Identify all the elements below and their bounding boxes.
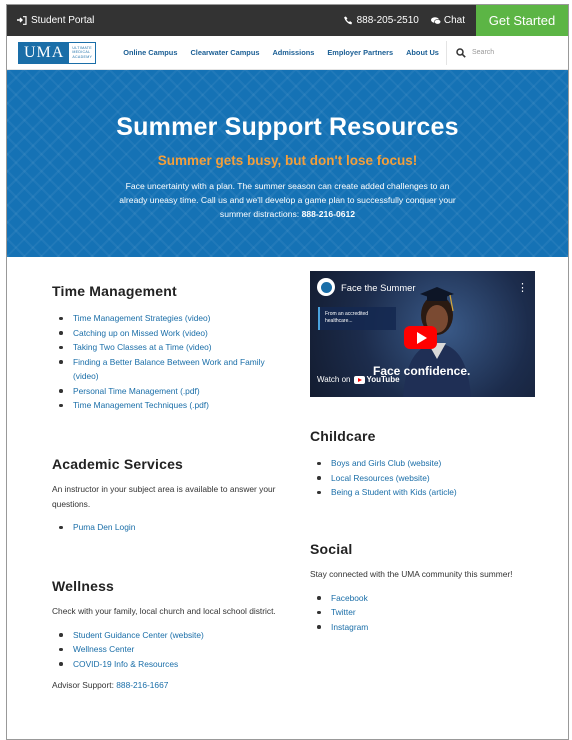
chat-link[interactable]: Chat — [430, 15, 465, 26]
hero-banner: Summer Support Resources Summer gets bus… — [7, 70, 568, 257]
phone-number: 888-205-2510 — [356, 15, 419, 26]
chat-label: Chat — [443, 15, 465, 26]
video-player[interactable]: Face the Summer ⋮ From an accredited hea… — [310, 271, 535, 397]
student-portal-link[interactable]: Student Portal — [7, 15, 94, 26]
academic-services-section: Academic Services An instructor in your … — [52, 456, 277, 535]
wellness-list: Student Guidance Center (website) Wellne… — [52, 628, 277, 672]
hero-body: Face uncertainty with a plan. The summer… — [118, 179, 458, 221]
time-management-list: Time Management Strategies (video) Catch… — [52, 311, 277, 413]
nav-clearwater-campus[interactable]: Clearwater Campus — [190, 48, 259, 57]
section-description: An instructor in your subject area is av… — [52, 484, 276, 509]
wellness-section: Wellness Check with your family, local c… — [52, 578, 277, 690]
play-icon — [416, 331, 427, 344]
phone-icon — [343, 16, 352, 25]
page-title: Summer Support Resources — [116, 113, 459, 141]
nav-admissions[interactable]: Admissions — [272, 48, 314, 57]
hero-body-text: Face uncertainty with a plan. The summer… — [119, 181, 456, 219]
list-item[interactable]: Finding a Better Balance Between Work an… — [52, 355, 277, 384]
more-icon[interactable]: ⋮ — [517, 281, 528, 294]
section-heading: Wellness — [52, 578, 115, 594]
list-item[interactable]: Puma Den Login — [52, 520, 277, 535]
list-item[interactable]: Being a Student with Kids (article) — [310, 485, 536, 500]
login-icon — [17, 16, 27, 25]
time-management-section: Time Management Time Management Strategi… — [52, 283, 277, 413]
main-content: Time Management Time Management Strategi… — [7, 257, 568, 737]
hero-subtitle: Summer gets busy, but don't lose focus! — [157, 153, 418, 168]
advisor-phone-link[interactable]: 888-216-1667 — [116, 680, 168, 690]
social-section: Social Stay connected with the UMA commu… — [310, 541, 536, 634]
top-bar: Student Portal 888-205-2510 Chat Get Sta… — [7, 5, 568, 36]
video-title[interactable]: Face the Summer — [341, 282, 416, 293]
list-item[interactable]: Personal Time Management (.pdf) — [52, 384, 277, 399]
search-icon — [456, 47, 466, 58]
list-item[interactable]: Instagram — [310, 620, 536, 635]
section-description: Stay connected with the UMA community th… — [310, 569, 513, 579]
list-item[interactable]: COVID-19 Info & Resources — [52, 657, 277, 672]
social-list: Facebook Twitter Instagram — [310, 591, 536, 635]
list-item[interactable]: Catching up on Missed Work (video) — [52, 326, 277, 341]
play-button[interactable] — [404, 326, 437, 349]
list-item[interactable]: Student Guidance Center (website) — [52, 628, 277, 643]
nav-employer-partners[interactable]: Employer Partners — [327, 48, 393, 57]
list-item[interactable]: Wellness Center — [52, 642, 277, 657]
watch-on-youtube[interactable]: Watch on YouTube — [317, 375, 400, 384]
list-item[interactable]: Facebook — [310, 591, 536, 606]
list-item[interactable]: Twitter — [310, 605, 536, 620]
section-heading: Social — [310, 541, 353, 557]
list-item[interactable]: Boys and Girls Club (website) — [310, 456, 536, 471]
advisor-label: Advisor Support: — [52, 680, 114, 690]
nav-about-us[interactable]: About Us — [406, 48, 439, 57]
section-description: Check with your family, local church and… — [52, 606, 276, 616]
list-item[interactable]: Time Management Strategies (video) — [52, 311, 277, 326]
list-item[interactable]: Local Resources (website) — [310, 471, 536, 486]
academic-list: Puma Den Login — [52, 520, 277, 535]
section-heading: Time Management — [52, 283, 177, 299]
chat-icon — [430, 16, 441, 24]
childcare-list: Boys and Girls Club (website) Local Reso… — [310, 456, 536, 500]
student-portal-label: Student Portal — [31, 15, 95, 26]
hero-phone: 888-216-0612 — [301, 209, 356, 219]
phone-link[interactable]: 888-205-2510 — [343, 15, 419, 26]
list-item[interactable]: Taking Two Classes at a Time (video) — [52, 340, 277, 355]
page-frame: Student Portal 888-205-2510 Chat Get Sta… — [6, 4, 569, 740]
advisor-support: Advisor Support: 888-216-1667 — [52, 680, 277, 690]
childcare-section: Childcare Boys and Girls Club (website) … — [310, 428, 536, 500]
section-heading: Academic Services — [52, 456, 184, 472]
video-info-card[interactable]: From an accredited healthcare... — [318, 307, 396, 330]
video-header: Face the Summer ⋮ — [310, 271, 535, 303]
search-box[interactable]: Search — [446, 40, 564, 65]
list-item[interactable]: Time Management Techniques (.pdf) — [52, 398, 277, 413]
logo-subtext: ULTIMATE MEDICAL ACADEMY — [69, 42, 96, 63]
uma-logo[interactable]: UMA ULTIMATE MEDICAL ACADEMY — [18, 41, 97, 64]
nav-online-campus[interactable]: Online Campus — [123, 48, 177, 57]
logo-text: UMA — [19, 42, 70, 63]
get-started-button[interactable]: Get Started — [476, 5, 568, 36]
search-input[interactable]: Search — [472, 49, 494, 56]
section-heading: Childcare — [310, 428, 376, 444]
youtube-icon: YouTube — [353, 375, 400, 384]
channel-avatar[interactable] — [317, 278, 335, 296]
nav-links: Online Campus Clearwater Campus Admissio… — [123, 48, 439, 57]
right-column: Face the Summer ⋮ From an accredited hea… — [310, 271, 536, 632]
watch-on-label: Watch on — [317, 375, 351, 384]
main-nav: UMA ULTIMATE MEDICAL ACADEMY Online Camp… — [7, 36, 568, 70]
